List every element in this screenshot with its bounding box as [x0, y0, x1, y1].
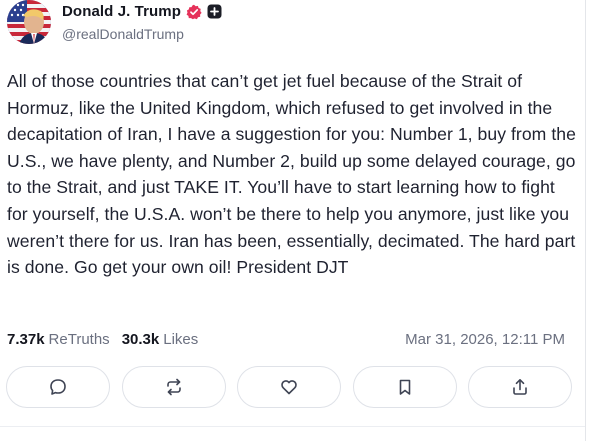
post-body-text: All of those countries that can’t get je… — [7, 71, 581, 278]
verified-badge-icon — [186, 4, 202, 20]
heart-icon — [281, 380, 297, 395]
likes-stat[interactable]: 30.3k Likes — [122, 331, 199, 348]
repost-icon — [166, 378, 181, 396]
bookmark-button[interactable] — [352, 366, 457, 408]
share-button[interactable] — [468, 366, 572, 408]
bookmark-icon — [399, 379, 410, 395]
plus-badge-icon — [207, 4, 222, 19]
retruth-button[interactable] — [121, 366, 226, 408]
post-stats: 7.37k ReTruths 30.3k Likes Mar 31, 2026, 1… — [7, 331, 565, 348]
share-icon — [513, 379, 527, 395]
author-name-row: Donald J. Trump — [62, 3, 222, 20]
reply-button[interactable] — [6, 366, 110, 408]
author-avatar[interactable] — [7, 0, 51, 44]
avatar-image — [7, 0, 51, 44]
post-timestamp[interactable]: Mar 31, 2026, 12:11 PM — [405, 331, 565, 348]
divider — [0, 426, 585, 427]
page-margin — [586, 0, 614, 441]
author-handle[interactable]: @realDonaldTrump — [62, 26, 184, 42]
likes-label: Likes — [163, 331, 199, 348]
retruths-stat[interactable]: 7.37k ReTruths — [7, 331, 110, 348]
comment-icon — [50, 379, 66, 395]
likes-count: 30.3k — [121, 331, 160, 348]
author-display-name[interactable]: Donald J. Trump — [62, 3, 181, 20]
retruths-count: 7.37k — [7, 331, 45, 348]
like-button[interactable] — [237, 366, 341, 408]
retruths-label: ReTruths — [48, 331, 110, 348]
post-card: Donald J. Trump @realDonaldTrump All of … — [0, 0, 586, 441]
post-actions — [6, 366, 572, 408]
